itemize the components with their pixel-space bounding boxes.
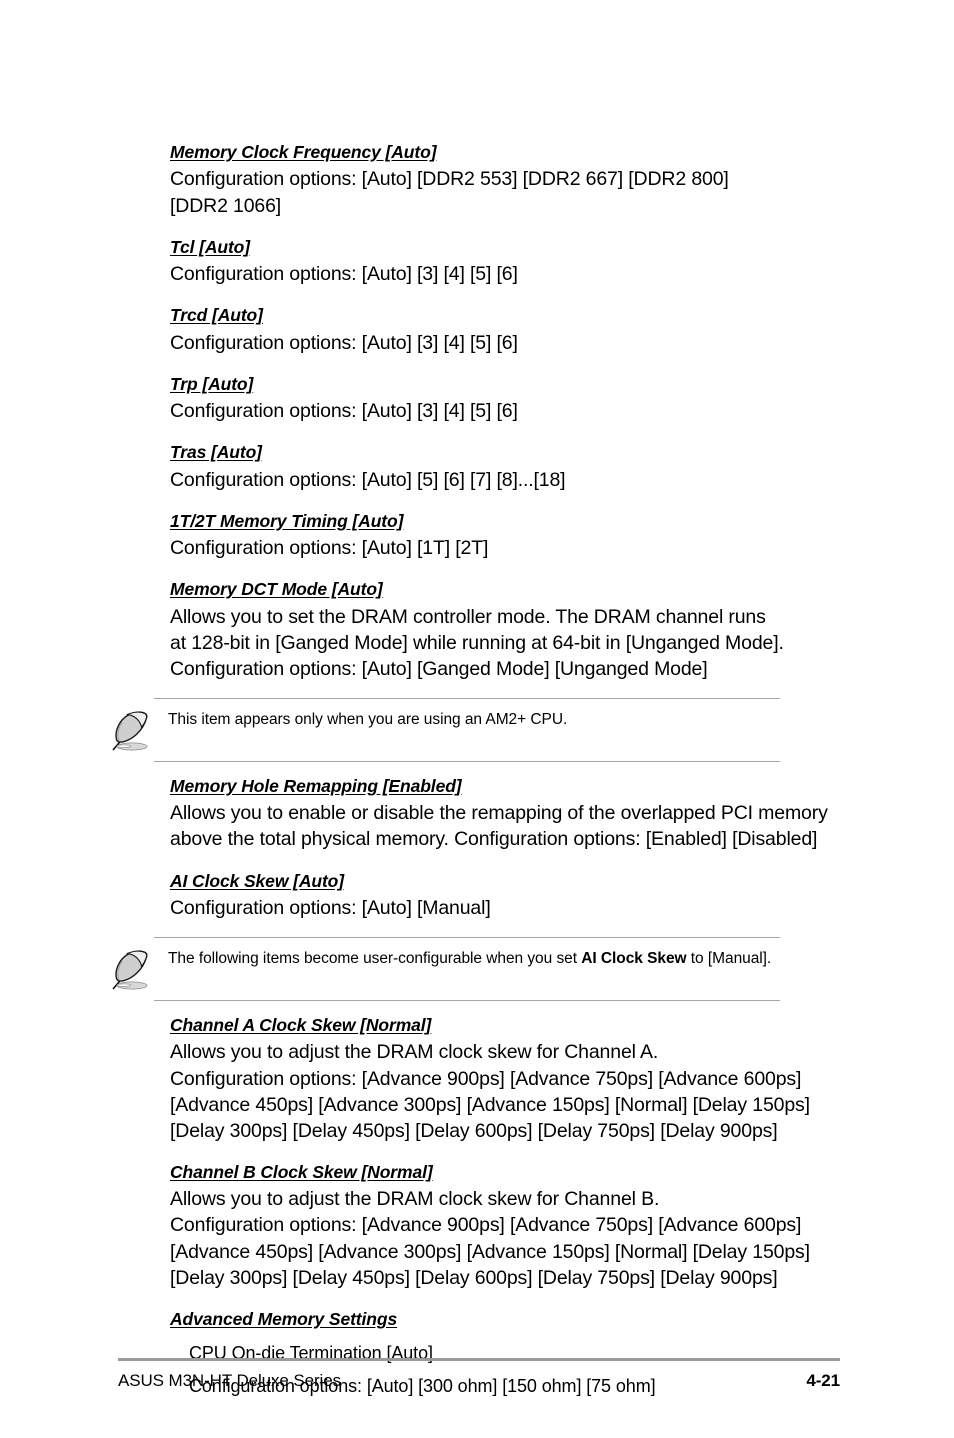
section-line: at 128-bit in [Ganged Mode] while runnin… bbox=[170, 631, 784, 654]
section-heading: Tras [Auto] bbox=[170, 442, 262, 463]
section-line: Configuration options: [Auto] [1T] [2T] bbox=[170, 537, 489, 559]
note-body: The following items become user-configur… bbox=[112, 938, 840, 1000]
section-heading: Memory Clock Frequency [Auto] bbox=[170, 142, 437, 162]
section-trcd: Trcd [Auto] Configuration options: [Auto… bbox=[170, 303, 860, 356]
section-heading: 1T/2T Memory Timing [Auto] bbox=[170, 510, 404, 531]
section-line: Configuration options: [Auto] [3] [4] [5… bbox=[170, 331, 518, 354]
section-heading: Memory Hole Remapping [Enabled] bbox=[170, 775, 462, 796]
section-channel-b-clock-skew: Channel B Clock Skew [Normal] Allows you… bbox=[170, 1160, 860, 1291]
section-line: [DDR2 1066] bbox=[170, 194, 282, 217]
section-heading: Channel B Clock Skew [Normal] bbox=[170, 1161, 433, 1182]
page-content: Memory Clock Frequency [Auto] Configurat… bbox=[112, 140, 860, 1414]
note-text-prefix: The following items become user-configur… bbox=[168, 950, 582, 967]
section-heading: Trcd [Auto] bbox=[170, 305, 263, 326]
section-line: above the total physical memory. Configu… bbox=[170, 828, 818, 851]
quill-note-icon bbox=[112, 704, 154, 752]
manual-page: Memory Clock Frequency [Auto] Configurat… bbox=[0, 0, 954, 1438]
section-tcl: Tcl [Auto] Configuration options: [Auto]… bbox=[170, 235, 860, 288]
note-text-bold: AI Clock Skew bbox=[581, 950, 687, 967]
section-line: [Advance 450ps] [Advance 300ps] [Advance… bbox=[170, 1240, 810, 1263]
section-line: Allows you to adjust the DRAM clock skew… bbox=[170, 1041, 659, 1064]
section-line: Allows you to enable or disable the rema… bbox=[170, 802, 828, 825]
note-text: The following items become user-configur… bbox=[154, 947, 779, 970]
section-memory-hole-remapping: Memory Hole Remapping [Enabled] Allows y… bbox=[170, 774, 860, 853]
note-box: The following items become user-configur… bbox=[112, 937, 840, 1001]
footer-row: ASUS M3N-HT Deluxe Series 4-21 bbox=[118, 1371, 840, 1391]
section-heading: Memory DCT Mode [Auto] bbox=[170, 579, 383, 600]
section-line: Configuration options: [Auto] [3] [4] [5… bbox=[170, 400, 518, 422]
quill-note-icon bbox=[112, 943, 154, 991]
section-trp: Trp [Auto] Configuration options: [Auto]… bbox=[170, 372, 860, 425]
note-body: This item appears only when you are usin… bbox=[112, 699, 840, 761]
section-line: [Delay 300ps] [Delay 450ps] [Delay 600ps… bbox=[170, 1266, 778, 1289]
section-line: Configuration options: [Auto] [5] [6] [7… bbox=[170, 468, 566, 491]
section-line: Configuration options: [Auto] [3] [4] [5… bbox=[170, 263, 518, 285]
note-bottom-rule bbox=[154, 760, 780, 762]
section-memory-clock-frequency: Memory Clock Frequency [Auto] Configurat… bbox=[170, 140, 860, 219]
section-heading: Trp [Auto] bbox=[170, 373, 254, 394]
section-line: Allows you to set the DRAM controller mo… bbox=[170, 605, 766, 628]
note-text: This item appears only when you are usin… bbox=[154, 708, 575, 731]
section-line: Configuration options: [Auto] [Manual] bbox=[170, 896, 491, 919]
page-footer: ASUS M3N-HT Deluxe Series 4-21 bbox=[118, 1358, 840, 1391]
section-heading: AI Clock Skew [Auto] bbox=[170, 870, 344, 891]
section-tras: Tras [Auto] Configuration options: [Auto… bbox=[170, 440, 860, 493]
section-line: Configuration options: [Auto] [DDR2 553]… bbox=[170, 168, 729, 191]
footer-divider bbox=[118, 1358, 840, 1361]
section-heading: Tcl [Auto] bbox=[170, 236, 250, 257]
section-heading: Advanced Memory Settings bbox=[170, 1308, 398, 1329]
note-text-prefix: This item appears only when you are usin… bbox=[168, 710, 568, 728]
note-text-suffix: to [Manual]. bbox=[686, 950, 772, 967]
section-ai-clock-skew: AI Clock Skew [Auto] Configuration optio… bbox=[170, 869, 860, 922]
page-number: 4-21 bbox=[806, 1371, 840, 1390]
section-memory-dct-mode: Memory DCT Mode [Auto] Allows you to set… bbox=[170, 577, 860, 682]
section-line: Configuration options: [Advance 900ps] [… bbox=[170, 1067, 802, 1090]
section-line: [Delay 300ps] [Delay 450ps] [Delay 600ps… bbox=[170, 1119, 778, 1142]
section-line: Configuration options: [Auto] [Ganged Mo… bbox=[170, 657, 708, 680]
section-heading: Channel A Clock Skew [Normal] bbox=[170, 1015, 432, 1035]
note-box: This item appears only when you are usin… bbox=[112, 697, 840, 762]
section-line: Allows you to adjust the DRAM clock skew… bbox=[170, 1188, 660, 1211]
section-channel-a-clock-skew: Channel A Clock Skew [Normal] Allows you… bbox=[170, 1013, 860, 1144]
section-line: Configuration options: [Advance 900ps] [… bbox=[170, 1214, 802, 1237]
section-line: [Advance 450ps] [Advance 300ps] [Advance… bbox=[170, 1093, 810, 1116]
section-1t-2t-memory-timing: 1T/2T Memory Timing [Auto] Configuration… bbox=[170, 509, 860, 562]
footer-product-name: ASUS M3N-HT Deluxe Series bbox=[118, 1371, 341, 1390]
note-bottom-rule bbox=[154, 1000, 780, 1001]
